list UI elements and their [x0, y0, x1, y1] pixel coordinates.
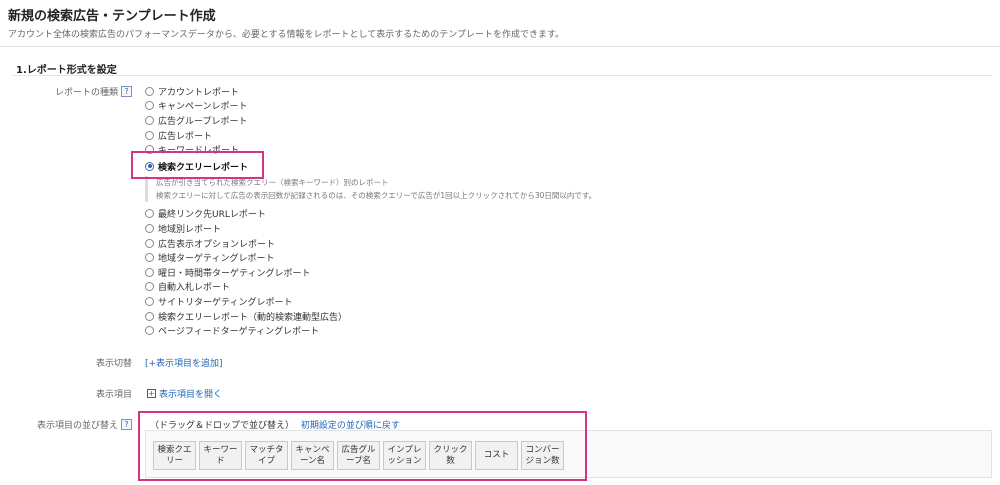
- report-type-label: キャンペーンレポート: [158, 102, 248, 113]
- report-type-label: 曜日・時間帯ターゲティングレポート: [158, 268, 311, 279]
- display-toggle-label: 表示切替: [95, 359, 132, 369]
- report-type-label: ページフィードターゲティングレポート: [158, 327, 320, 338]
- add-display-items-link[interactable]: [+表示項目を追加]: [145, 356, 223, 369]
- report-type-option[interactable]: キャンペーンレポート: [145, 99, 347, 114]
- report-type-option[interactable]: 地域別レポート: [145, 221, 347, 236]
- help-icon[interactable]: ?: [121, 86, 132, 97]
- radio-button[interactable]: [145, 238, 154, 248]
- report-type-option[interactable]: 広告表示オプションレポート: [145, 236, 347, 251]
- radio-button[interactable]: [145, 86, 154, 96]
- report-type-option[interactable]: 自動入札レポート: [145, 280, 347, 295]
- radio-button[interactable]: [145, 253, 154, 263]
- radio-button[interactable]: [145, 101, 154, 111]
- report-type-option[interactable]: 最終リンク先URLレポート: [145, 207, 347, 222]
- page-description: アカウント全体の検索広告のパフォーマンスデータから、必要とする情報をレポートとし…: [8, 30, 565, 40]
- section-title: 1.レポート形式を設定: [16, 65, 117, 76]
- display-toggle-row: 表示切替: [96, 356, 132, 369]
- report-type-option[interactable]: ページフィードターゲティングレポート: [145, 323, 347, 338]
- header-divider: [0, 46, 1000, 47]
- report-type-label: 地域ターゲティングレポート: [158, 254, 275, 265]
- radio-button[interactable]: [145, 115, 154, 125]
- radio-button[interactable]: [145, 267, 154, 277]
- report-type-label: レポートの種類: [54, 88, 118, 98]
- report-type-label: 最終リンク先URLレポート: [158, 210, 266, 221]
- selected-report-notes: 広告が引き当てられた検索クエリー（検索キーワード）別のレポート 検索クエリーに対…: [145, 176, 596, 202]
- expand-icon: +: [147, 389, 156, 398]
- open-display-items-link[interactable]: 表示項目を開く: [159, 387, 222, 400]
- radio-button[interactable]: [145, 311, 154, 321]
- report-type-option[interactable]: サイトリターゲティングレポート: [145, 294, 347, 309]
- selected-report-highlight: [131, 151, 264, 179]
- sort-highlight: [138, 411, 587, 481]
- report-type-label: アカウントレポート: [158, 87, 240, 98]
- report-type-option[interactable]: 広告グループレポート: [145, 113, 347, 128]
- report-type-label: サイトリターゲティングレポート: [158, 297, 293, 308]
- help-icon[interactable]: ?: [121, 419, 132, 430]
- radio-button[interactable]: [145, 130, 154, 140]
- report-type-option[interactable]: 検索クエリーレポート（動的検索連動型広告）: [145, 309, 347, 324]
- report-type-label: 自動入札レポート: [158, 283, 231, 294]
- report-type-option[interactable]: 地域ターゲティングレポート: [145, 250, 347, 265]
- report-type-option[interactable]: アカウントレポート: [145, 84, 347, 99]
- open-display-items[interactable]: + 表示項目を開く: [147, 387, 222, 400]
- radio-button[interactable]: [145, 326, 154, 336]
- display-items-row: 表示項目: [96, 387, 132, 400]
- radio-button[interactable]: [145, 282, 154, 292]
- report-type-label: 検索クエリーレポート（動的検索連動型広告）: [158, 312, 348, 323]
- report-type-label-row: レポートの種類 ?: [55, 85, 132, 98]
- section-divider: [12, 75, 992, 76]
- display-items-label: 表示項目: [95, 390, 132, 400]
- report-type-label: 広告表示オプションレポート: [158, 239, 276, 250]
- sort-label: 表示項目の並び替え: [36, 421, 118, 431]
- sort-row: 表示項目の並び替え ?: [37, 418, 132, 431]
- note-line: 検索クエリーに対して広告の表示回数が記録されるのは、その検索クエリーで広告が1回…: [156, 191, 597, 200]
- radio-button[interactable]: [145, 296, 154, 306]
- report-type-label: 地域別レポート: [158, 224, 222, 235]
- report-type-option[interactable]: 広告レポート: [145, 128, 347, 143]
- radio-button[interactable]: [145, 223, 154, 233]
- report-type-label: 広告レポート: [158, 131, 213, 142]
- report-type-option[interactable]: 曜日・時間帯ターゲティングレポート: [145, 265, 347, 280]
- report-type-label: 広告グループレポート: [158, 116, 248, 127]
- radio-button[interactable]: [145, 209, 154, 219]
- page-title: 新規の検索広告・テンプレート作成: [8, 9, 216, 24]
